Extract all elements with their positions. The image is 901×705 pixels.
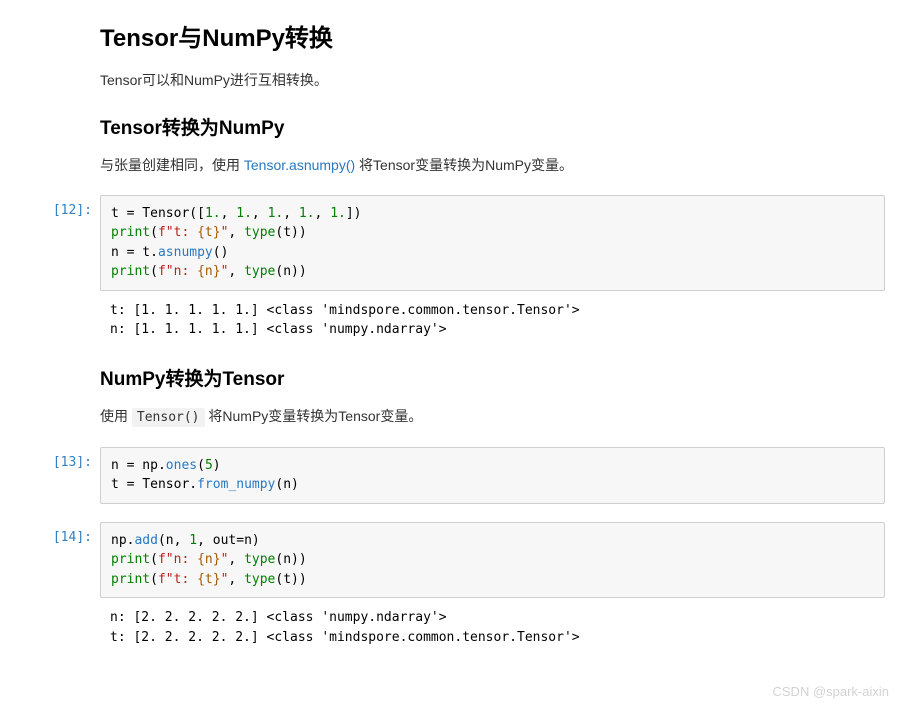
output-prompt xyxy=(0,295,100,303)
code-input[interactable]: n = np.ones(5) t = Tensor.from_numpy(n) xyxy=(100,447,885,504)
code-output: t: [1. 1. 1. 1. 1.] <class 'mindspore.co… xyxy=(100,295,885,342)
output-cell-12: t: [1. 1. 1. 1. 1.] <class 'mindspore.co… xyxy=(0,295,901,342)
code-cell-14: [14]: np.add(n, 1, out=n) print(f"n: {n}… xyxy=(0,522,901,599)
output-text: t: [1. 1. 1. 1. 1.] <class 'mindspore.co… xyxy=(110,301,875,340)
paragraph-intro: Tensor可以和NumPy进行互相转换。 xyxy=(100,69,889,91)
output-text: n: [2. 2. 2. 2. 2.] <class 'numpy.ndarra… xyxy=(110,608,875,647)
output-prompt xyxy=(0,602,100,610)
code-input[interactable]: t = Tensor([1., 1., 1., 1., 1.]) print(f… xyxy=(100,195,885,291)
markdown-cell: NumPy转换为Tensor 使用 Tensor() 将NumPy变量转换为Te… xyxy=(0,364,901,429)
paragraph-asnumpy: 与张量创建相同，使用 Tensor.asnumpy() 将Tensor变量转换为… xyxy=(100,154,889,176)
notebook-root: Tensor与NumPy转换 Tensor可以和NumPy进行互相转换。 Ten… xyxy=(0,0,901,649)
code-cell-12: [12]: t = Tensor([1., 1., 1., 1., 1.]) p… xyxy=(0,195,901,291)
input-prompt: [12]: xyxy=(0,195,100,218)
link-asnumpy[interactable]: Tensor.asnumpy() xyxy=(244,157,355,173)
heading-numpy-to-tensor: NumPy转换为Tensor xyxy=(100,364,889,391)
inline-code-tensor: Tensor() xyxy=(132,408,205,427)
code-input[interactable]: np.add(n, 1, out=n) print(f"n: {n}", typ… xyxy=(100,522,885,599)
code-output: n: [2. 2. 2. 2. 2.] <class 'numpy.ndarra… xyxy=(100,602,885,649)
markdown-cell: Tensor与NumPy转换 Tensor可以和NumPy进行互相转换。 Ten… xyxy=(0,18,901,177)
input-prompt: [14]: xyxy=(0,522,100,545)
input-prompt: [13]: xyxy=(0,447,100,470)
code-cell-13: [13]: n = np.ones(5) t = Tensor.from_num… xyxy=(0,447,901,504)
output-cell-14: n: [2. 2. 2. 2. 2.] <class 'numpy.ndarra… xyxy=(0,602,901,649)
watermark-text: CSDN @spark-aixin xyxy=(773,684,890,699)
heading-main: Tensor与NumPy转换 xyxy=(100,18,889,53)
paragraph-tensor-constructor: 使用 Tensor() 将NumPy变量转换为Tensor变量。 xyxy=(100,405,889,429)
heading-tensor-to-numpy: Tensor转换为NumPy xyxy=(100,113,889,140)
